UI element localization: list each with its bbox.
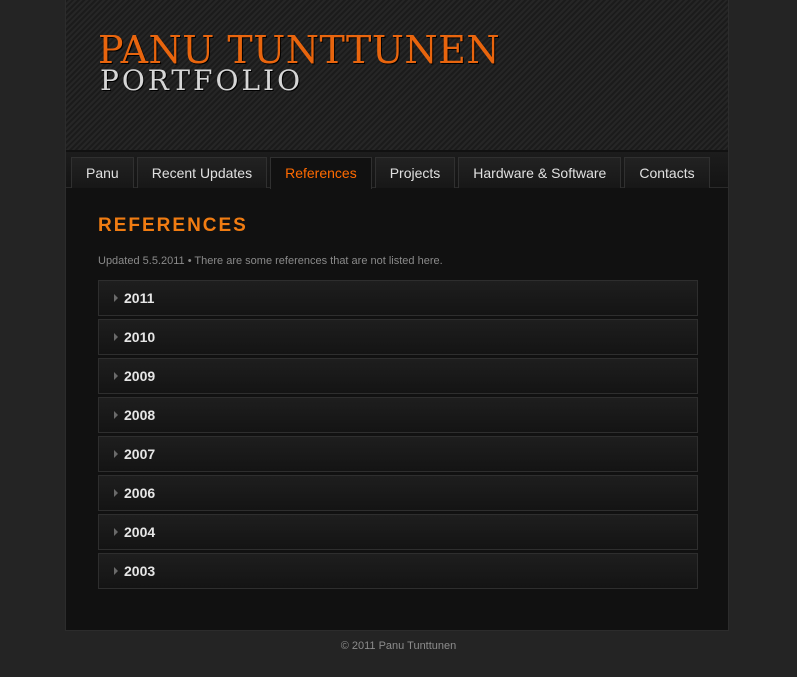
triangle-right-icon — [114, 372, 118, 380]
main-content: REFERENCES Updated 5.5.2011 • There are … — [98, 212, 698, 592]
year-label: 2008 — [124, 407, 156, 423]
triangle-right-icon — [114, 489, 118, 497]
triangle-right-icon — [114, 411, 118, 419]
tab-references[interactable]: References — [270, 157, 372, 189]
footer-copyright: © 2011 Panu Tunttunen — [340, 640, 457, 652]
year-label: 2009 — [124, 368, 156, 384]
year-label: 2007 — [124, 446, 156, 462]
triangle-right-icon — [114, 567, 118, 575]
site-header: PANU TUNTTUNEN PORTFOLIO — [66, 0, 728, 150]
year-label: 2003 — [124, 563, 156, 579]
page-title: REFERENCES — [98, 215, 248, 236]
triangle-right-icon — [114, 294, 118, 302]
tab-hardware-software[interactable]: Hardware & Software — [458, 157, 622, 188]
nav-tabs: Panu Recent Updates References Projects Hard… — [71, 157, 710, 189]
year-row-2010[interactable]: 2010 — [98, 319, 698, 355]
tab-contacts[interactable]: Contacts — [624, 157, 710, 188]
site-subtitle: PORTFOLIO — [100, 64, 304, 97]
year-row-2009[interactable]: 2009 — [98, 358, 698, 394]
year-row-2007[interactable]: 2007 — [98, 436, 698, 472]
year-label: 2006 — [124, 485, 156, 501]
main-nav: Panu Recent Updates References Projects Hard… — [66, 152, 728, 189]
year-label: 2010 — [124, 329, 156, 345]
page-container: PANU TUNTTUNEN PORTFOLIO Panu Recent Upda… — [65, 0, 729, 631]
tab-projects[interactable]: Projects — [374, 157, 456, 188]
year-row-2011[interactable]: 2011 — [98, 280, 698, 316]
triangle-right-icon — [114, 528, 118, 536]
year-row-2008[interactable]: 2008 — [98, 397, 698, 433]
year-row-2006[interactable]: 2006 — [98, 475, 698, 511]
tab-panu[interactable]: Panu — [71, 157, 134, 188]
triangle-right-icon — [114, 333, 118, 341]
year-label: 2004 — [124, 524, 156, 540]
year-label: 2011 — [124, 290, 155, 306]
tab-recent-updates[interactable]: Recent Updates — [136, 157, 268, 188]
year-row-2004[interactable]: 2004 — [98, 514, 698, 550]
triangle-right-icon — [114, 450, 118, 458]
year-list: 2011 2010 2009 2008 2007 2006 2004 2003 — [98, 280, 698, 589]
year-row-2003[interactable]: 2003 — [98, 553, 698, 589]
update-note: Updated 5.5.2011 • There are some refere… — [98, 255, 443, 267]
